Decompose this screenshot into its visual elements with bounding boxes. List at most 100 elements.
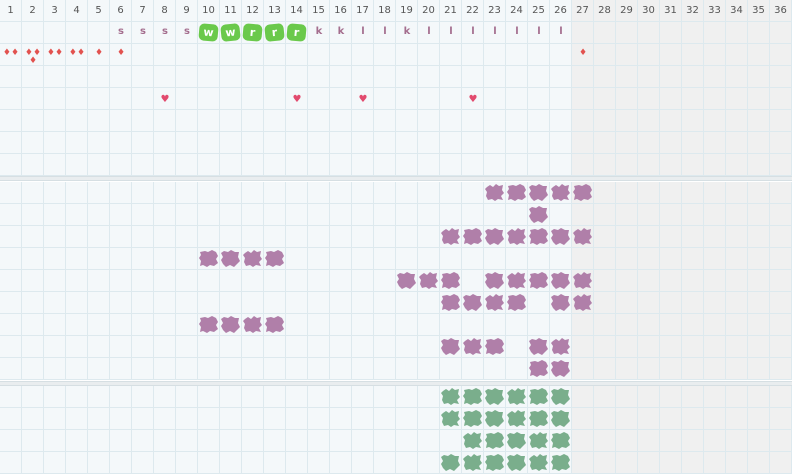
section-b-cell[interactable] xyxy=(22,358,44,380)
section-b-cell[interactable] xyxy=(352,292,374,314)
section-c-cell[interactable] xyxy=(0,430,22,452)
section-b-cell[interactable] xyxy=(308,204,330,226)
section-b-cell[interactable] xyxy=(88,204,110,226)
section-b-cell[interactable] xyxy=(770,292,792,314)
section-a-cell[interactable] xyxy=(22,66,44,88)
section-c-cell[interactable] xyxy=(770,452,792,474)
column-header-30[interactable]: 30 xyxy=(638,0,660,22)
section-a-cell[interactable] xyxy=(616,132,638,154)
section-a-cell[interactable] xyxy=(572,132,594,154)
section-b-cell[interactable] xyxy=(0,358,22,380)
section-a-cell[interactable] xyxy=(726,22,748,44)
section-b-cell[interactable] xyxy=(176,336,198,358)
column-header-5[interactable]: 5 xyxy=(88,0,110,22)
section-a-cell[interactable] xyxy=(638,132,660,154)
section-b-cell[interactable] xyxy=(374,292,396,314)
section-b-cell[interactable] xyxy=(110,314,132,336)
section-c-cell[interactable] xyxy=(110,408,132,430)
section-b-cell[interactable] xyxy=(22,314,44,336)
section-c-cell[interactable] xyxy=(572,386,594,408)
section-c-cell[interactable] xyxy=(352,430,374,452)
section-a-cell[interactable] xyxy=(374,132,396,154)
section-b-cell[interactable] xyxy=(330,226,352,248)
section-c-cell[interactable] xyxy=(264,386,286,408)
section-a-cell[interactable] xyxy=(462,66,484,88)
section-a-cell[interactable] xyxy=(66,154,88,176)
section-b-cell[interactable] xyxy=(484,358,506,380)
section-b-cell[interactable] xyxy=(330,358,352,380)
section-a-cell[interactable] xyxy=(286,132,308,154)
section-b-cell[interactable] xyxy=(748,358,770,380)
section-c-cell[interactable] xyxy=(132,430,154,452)
section-b-cell[interactable] xyxy=(594,204,616,226)
section-b-cell[interactable] xyxy=(770,182,792,204)
column-header-36[interactable]: 36 xyxy=(770,0,792,22)
section-a-cell[interactable] xyxy=(506,110,528,132)
section-b-cell[interactable] xyxy=(66,248,88,270)
section-b-cell[interactable] xyxy=(770,336,792,358)
section-a-cell[interactable] xyxy=(0,132,22,154)
section-a-cell[interactable] xyxy=(484,66,506,88)
section-a-cell[interactable] xyxy=(550,110,572,132)
section-a-cell[interactable] xyxy=(484,44,506,66)
section-a-cell[interactable] xyxy=(594,88,616,110)
section-a-cell[interactable] xyxy=(132,66,154,88)
section-b-cell[interactable] xyxy=(308,358,330,380)
section-a-cell[interactable] xyxy=(616,66,638,88)
section-a-cell[interactable] xyxy=(594,154,616,176)
section-c-cell[interactable] xyxy=(66,408,88,430)
section-c-cell[interactable] xyxy=(88,386,110,408)
purple-block[interactable] xyxy=(484,293,505,312)
section-b-cell[interactable] xyxy=(704,358,726,380)
section-b-cell[interactable] xyxy=(594,358,616,380)
section-b-cell[interactable] xyxy=(132,204,154,226)
section-b-cell[interactable] xyxy=(748,270,770,292)
section-b-cell[interactable] xyxy=(418,248,440,270)
section-a-cell[interactable] xyxy=(110,132,132,154)
section-c-cell[interactable] xyxy=(44,386,66,408)
section-b-cell[interactable] xyxy=(594,270,616,292)
section-b-cell[interactable] xyxy=(374,182,396,204)
section-b-cell[interactable] xyxy=(330,314,352,336)
section-b-cell[interactable] xyxy=(418,358,440,380)
section-a-cell[interactable] xyxy=(726,110,748,132)
section-a-cell[interactable] xyxy=(506,44,528,66)
column-header-1[interactable]: 1 xyxy=(0,0,22,22)
section-b-cell[interactable] xyxy=(154,292,176,314)
section-b-cell[interactable] xyxy=(506,358,528,380)
section-b-cell[interactable] xyxy=(572,336,594,358)
section-a-cell[interactable] xyxy=(594,22,616,44)
section-b-cell[interactable] xyxy=(462,270,484,292)
section-b-cell[interactable] xyxy=(330,270,352,292)
section-b-cell[interactable] xyxy=(704,226,726,248)
section-c-cell[interactable] xyxy=(286,386,308,408)
section-b-cell[interactable] xyxy=(286,204,308,226)
section-b-cell[interactable] xyxy=(638,204,660,226)
section-b-cell[interactable] xyxy=(748,336,770,358)
badge-mark[interactable]: r xyxy=(286,23,307,42)
section-c-cell[interactable] xyxy=(66,452,88,474)
section-c-cell[interactable] xyxy=(726,386,748,408)
section-a-cell[interactable] xyxy=(484,88,506,110)
section-a-cell[interactable] xyxy=(264,44,286,66)
section-a-cell[interactable] xyxy=(88,88,110,110)
section-a-cell[interactable] xyxy=(330,44,352,66)
section-b-cell[interactable] xyxy=(396,336,418,358)
section-b-cell[interactable] xyxy=(682,292,704,314)
section-a-cell[interactable] xyxy=(132,132,154,154)
section-b-cell[interactable] xyxy=(66,292,88,314)
section-c-cell[interactable] xyxy=(88,430,110,452)
section-a-cell[interactable] xyxy=(132,44,154,66)
purple-block[interactable] xyxy=(220,315,241,334)
section-b-cell[interactable] xyxy=(528,248,550,270)
section-b-cell[interactable] xyxy=(242,182,264,204)
section-a-cell[interactable] xyxy=(374,66,396,88)
section-b-cell[interactable] xyxy=(220,358,242,380)
section-a-cell[interactable] xyxy=(352,154,374,176)
purple-block[interactable] xyxy=(528,337,549,356)
section-a-cell[interactable] xyxy=(418,66,440,88)
section-c-cell[interactable] xyxy=(660,452,682,474)
section-c-cell[interactable] xyxy=(352,452,374,474)
section-c-cell[interactable] xyxy=(726,430,748,452)
green-block[interactable] xyxy=(484,387,505,406)
